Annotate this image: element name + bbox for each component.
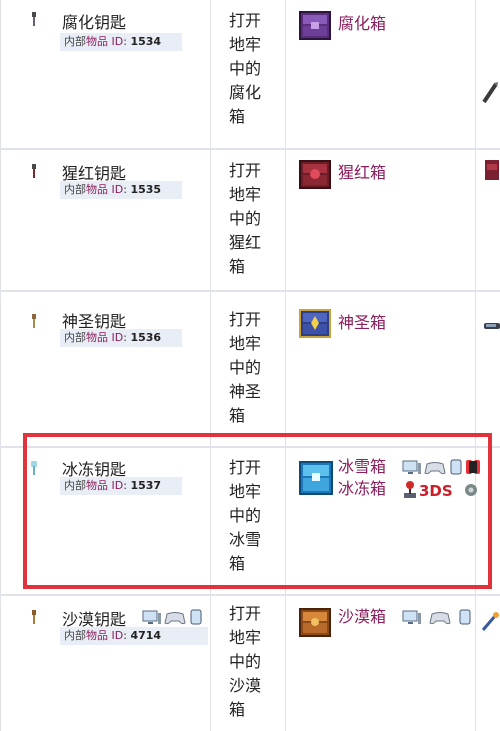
item-sprite-icon xyxy=(485,160,499,180)
internal-id-badge: 内部物品 ID: 1534 xyxy=(60,33,182,51)
item-sprite-icon xyxy=(484,323,500,329)
chest-link[interactable]: 沙漠箱 xyxy=(338,606,386,628)
corruption-chest-icon xyxy=(299,11,331,40)
item-id-value: 1536 xyxy=(130,331,162,344)
table-row: 神圣钥匙 内部物品 ID: 1536 打开地牢中的神圣箱 神圣箱 xyxy=(0,292,500,446)
table-row: 猩红钥匙 内部物品 ID: 1535 打开地牢中的猩红箱 猩红箱 xyxy=(0,150,500,290)
console-platform-icon xyxy=(164,612,186,625)
item-table: 腐化钥匙 内部物品 ID: 1534 打开地牢中的腐化箱 腐化箱 猩红钥匙 内部… xyxy=(0,0,500,731)
key-name-link[interactable]: 腐化钥匙 xyxy=(62,9,126,33)
item-sprite-icon xyxy=(482,82,498,104)
hallowed-chest-icon xyxy=(299,309,331,338)
item-id-value: 1535 xyxy=(130,183,162,196)
item-description: 打开地牢中的猩红箱 xyxy=(229,161,262,276)
chest-link[interactable]: 猩红箱 xyxy=(338,162,386,184)
internal-id-badge: 内部物品 ID: 1535 xyxy=(60,181,182,199)
mobile-platform-icon xyxy=(459,609,471,625)
item-description: 打开地牢中的沙漠箱 xyxy=(229,604,262,719)
table-row: 沙漠钥匙 内部物品 ID: 4714 打开地牢中的沙漠箱 沙漠箱 xyxy=(0,596,500,731)
pc-platform-icon xyxy=(402,610,421,624)
chest-link[interactable]: 腐化箱 xyxy=(338,13,386,35)
highlight-box xyxy=(23,433,492,589)
internal-id-badge: 内部物品 ID: 4714 xyxy=(60,627,208,645)
crimson-chest-icon xyxy=(299,160,331,189)
desert-chest-icon xyxy=(299,608,331,637)
item-sprite-icon xyxy=(481,612,499,631)
crimson-key-icon xyxy=(32,164,36,178)
console-platform-icon xyxy=(429,612,451,625)
item-description: 打开地牢中的神圣箱 xyxy=(229,310,262,425)
hallowed-key-icon xyxy=(32,314,36,328)
table-row: 腐化钥匙 内部物品 ID: 1534 打开地牢中的腐化箱 腐化箱 xyxy=(0,0,500,148)
corruption-key-icon xyxy=(32,12,36,26)
internal-id-badge: 内部物品 ID: 1536 xyxy=(60,329,182,347)
item-id-value: 1534 xyxy=(130,35,162,48)
mobile-platform-icon xyxy=(190,609,202,625)
desert-key-icon xyxy=(32,610,36,624)
chest-link[interactable]: 神圣箱 xyxy=(338,312,386,334)
item-id-value: 4714 xyxy=(130,629,162,642)
pc-platform-icon xyxy=(142,610,161,624)
item-description: 打开地牢中的腐化箱 xyxy=(229,11,262,126)
